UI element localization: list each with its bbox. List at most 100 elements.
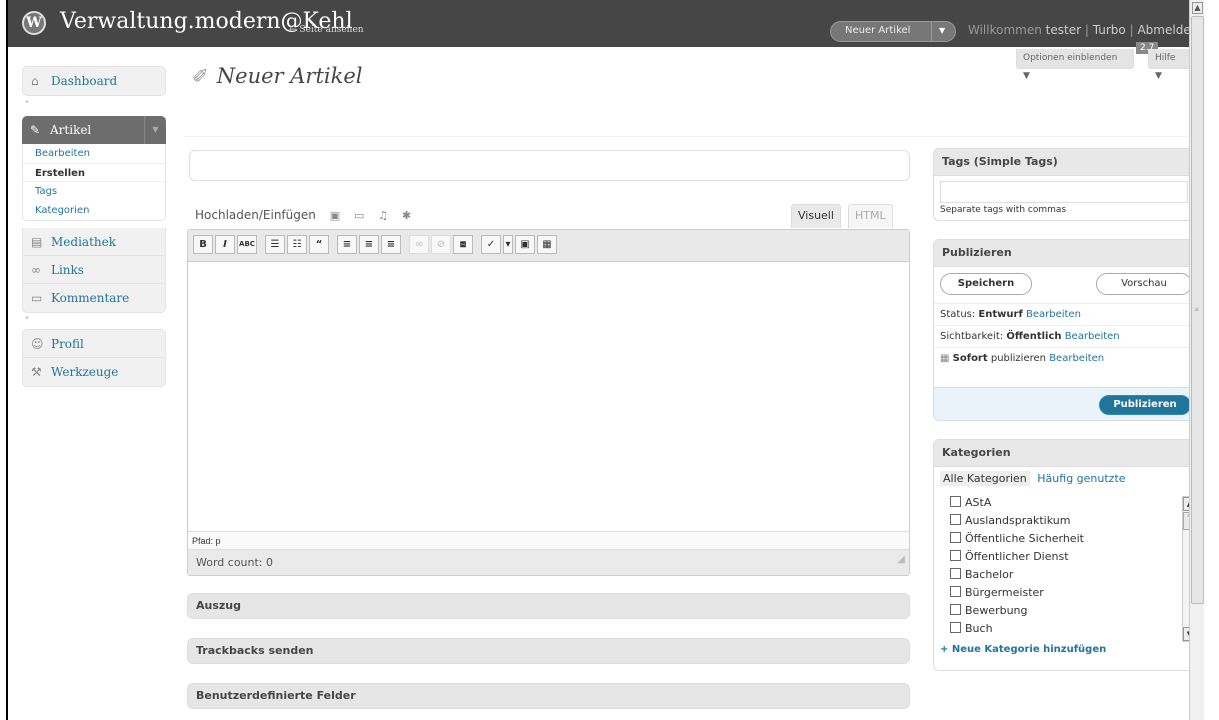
italic-button[interactable]: I: [215, 235, 235, 254]
menu-item-artikel[interactable]: ✎ Artikel ▼: [22, 116, 166, 144]
submenu-item-categories[interactable]: Kategorien: [23, 201, 165, 220]
align-right-button[interactable]: ≡: [381, 235, 401, 254]
word-count-label: Word count:: [196, 556, 263, 569]
strikethrough-button[interactable]: ABC: [237, 235, 257, 254]
checkbox[interactable]: [950, 496, 961, 507]
upload-insert-label: Hochladen/Einfügen: [195, 208, 316, 222]
page-title-text: Neuer Artikel: [216, 64, 363, 88]
list-item[interactable]: Buch: [940, 620, 1194, 638]
kitchen-sink-button[interactable]: ▦: [537, 235, 557, 254]
list-item[interactable]: Auslandspraktikum: [940, 512, 1194, 530]
custom-fields-box[interactable]: Benutzerdefinierte Felder: [187, 683, 910, 709]
save-draft-button[interactable]: Speichern: [940, 273, 1032, 295]
checkbox[interactable]: [950, 532, 961, 543]
trackbacks-box[interactable]: Trackbacks senden: [187, 638, 910, 664]
menu-item-comments[interactable]: ▭ Kommentare: [23, 284, 165, 312]
menu-item-media[interactable]: ▤ Mediathek: [23, 228, 165, 256]
schedule-value: Sofort: [952, 353, 988, 364]
list-item[interactable]: Bachelor: [940, 566, 1194, 584]
tab-html[interactable]: HTML: [848, 204, 893, 228]
edit-visibility-link[interactable]: Bearbeiten: [1065, 331, 1120, 342]
chevron-down-icon[interactable]: ▼: [939, 26, 945, 35]
publish-box: Publizieren Speichern Vorschau Status: E…: [933, 239, 1200, 421]
browser-viewport: W Verwaltung.modern@Kehl ← Seite ansehen…: [6, 0, 1204, 720]
checkbox[interactable]: [950, 514, 961, 525]
menu-label: Mediathek: [51, 235, 116, 249]
spellcheck-button[interactable]: ✓: [481, 235, 501, 254]
tab-visual[interactable]: Visuell: [791, 204, 841, 228]
checkbox[interactable]: [950, 568, 961, 579]
list-item[interactable]: AStA: [940, 494, 1194, 512]
list-item[interactable]: Öffentlicher Dienst: [940, 548, 1194, 566]
page-scrollbar[interactable]: ▲ ≡: [1189, 0, 1204, 720]
media-buttons: Hochladen/Einfügen ▣ ▭ ♫ ✱: [195, 208, 411, 222]
menu-item-tools[interactable]: ⚒ Werkzeuge: [23, 358, 165, 386]
menu-separator[interactable]: •: [24, 313, 30, 324]
scroll-up-icon[interactable]: ▲: [1192, 2, 1203, 14]
add-video-icon[interactable]: ▭: [354, 209, 364, 222]
bold-button[interactable]: B: [193, 235, 213, 254]
turbo-link[interactable]: Turbo: [1093, 23, 1126, 37]
add-audio-icon[interactable]: ♫: [378, 209, 388, 222]
help-tab[interactable]: Hilfe ▼: [1148, 49, 1192, 81]
username-link[interactable]: tester: [1046, 23, 1081, 37]
list-item[interactable]: Öffentliche Sicherheit: [940, 530, 1194, 548]
unlink-button[interactable]: ⊘: [431, 235, 451, 254]
word-count-bar: Word count: 0 ◢: [188, 549, 909, 575]
checkbox[interactable]: [950, 622, 961, 633]
submenu-item-create[interactable]: Erstellen: [23, 163, 165, 182]
add-media-icon[interactable]: ✱: [402, 209, 411, 222]
tools-icon: ⚒: [31, 365, 42, 379]
admin-header: W Verwaltung.modern@Kehl ← Seite ansehen…: [8, 0, 1204, 47]
submenu-item-tags[interactable]: Tags: [23, 182, 165, 201]
publish-box-title[interactable]: Publizieren: [934, 240, 1199, 267]
add-category-link[interactable]: + Neue Kategorie hinzufügen: [940, 644, 1106, 655]
checkbox[interactable]: [950, 586, 961, 597]
bullet-list-button[interactable]: ☰: [265, 235, 285, 254]
wordpress-logo-icon[interactable]: W: [22, 11, 46, 35]
blockquote-button[interactable]: “: [309, 235, 329, 254]
submenu-toggle-icon[interactable]: ▼: [144, 116, 166, 144]
list-item[interactable]: Bewerbung: [940, 602, 1194, 620]
tab-all-categories[interactable]: Alle Kategorien: [940, 471, 1030, 486]
menu-item-dashboard[interactable]: ⌂ Dashboard: [23, 67, 165, 95]
menu-label: Artikel: [50, 123, 92, 137]
resize-grip-icon[interactable]: ◢: [897, 547, 905, 573]
categories-box-title[interactable]: Kategorien: [934, 440, 1199, 467]
checkbox[interactable]: [950, 604, 961, 615]
schedule-label: publizieren: [990, 353, 1046, 364]
preview-button[interactable]: Vorschau: [1096, 273, 1192, 295]
list-item[interactable]: Bürgermeister: [940, 584, 1194, 602]
menu-group-content: ▤ Mediathek ∞ Links ▭ Kommentare: [22, 228, 166, 313]
visibility-label: Sichtbarkeit:: [940, 331, 1004, 342]
menu-item-profile[interactable]: ☺ Profil: [23, 330, 165, 358]
tags-box-title[interactable]: Tags (Simple Tags): [934, 149, 1199, 176]
submenu-item-edit[interactable]: Bearbeiten: [23, 144, 165, 163]
menu-separator[interactable]: •: [24, 97, 30, 108]
view-site-link[interactable]: ← Seite ansehen: [289, 25, 364, 35]
tags-input[interactable]: [940, 181, 1188, 203]
publish-button[interactable]: Publizieren: [1099, 395, 1191, 415]
new-post-label[interactable]: Neuer Artikel: [845, 25, 910, 36]
fullscreen-button[interactable]: ▣: [515, 235, 535, 254]
category-checklist: AStA Auslandspraktikum Öffentliche Siche…: [940, 494, 1194, 642]
tab-popular-categories[interactable]: Häufig genutzte: [1037, 472, 1125, 485]
add-image-icon[interactable]: ▣: [330, 209, 340, 222]
menu-item-links[interactable]: ∞ Links: [23, 256, 165, 284]
tags-box: Tags (Simple Tags) Separate tags with co…: [933, 148, 1200, 221]
edit-status-link[interactable]: Bearbeiten: [1026, 309, 1081, 320]
category-label: Bürgermeister: [965, 586, 1044, 599]
excerpt-box[interactable]: Auszug: [187, 593, 910, 619]
post-title-input[interactable]: [189, 150, 910, 181]
more-tag-button[interactable]: ⧈: [453, 235, 473, 254]
link-button[interactable]: ∞: [409, 235, 429, 254]
align-center-button[interactable]: ≡: [359, 235, 379, 254]
align-left-button[interactable]: ≡: [337, 235, 357, 254]
screen-options-tab[interactable]: Optionen einblenden ▼: [1016, 49, 1134, 81]
title-band: [184, 99, 1204, 137]
checkbox[interactable]: [950, 550, 961, 561]
numbered-list-button[interactable]: ☷: [287, 235, 307, 254]
spellcheck-dropdown-icon[interactable]: ▾: [503, 235, 513, 254]
edit-schedule-link[interactable]: Bearbeiten: [1049, 353, 1104, 364]
new-post-favorite-button[interactable]: Neuer Artikel ▼: [830, 21, 956, 42]
